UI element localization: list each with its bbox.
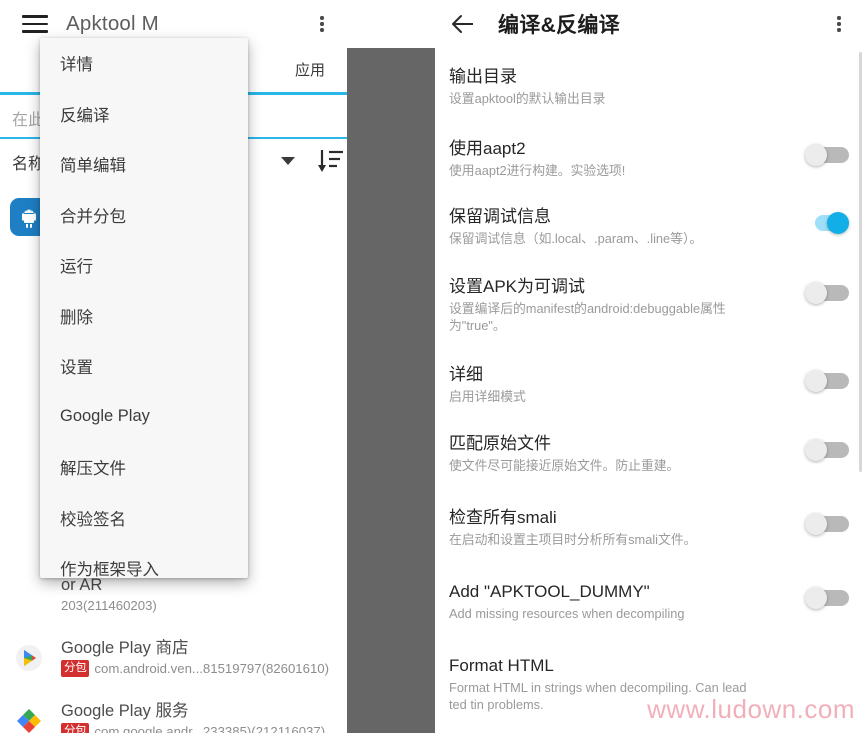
setting-row-debuggable-apk[interactable]: 设置APK为可调试 设置编译后的manifest的android:debugga… — [435, 275, 863, 363]
setting-row-match-original[interactable]: 匹配原始文件 使文件尽可能接近原始文件。防止重建。 — [435, 432, 863, 506]
menu-item-merge-split[interactable]: 合并分包 — [40, 190, 248, 241]
setting-description: 在启动和设置主项目时分析所有smali文件。 — [449, 531, 795, 548]
setting-description: 设置apktool的默认输出目录 — [449, 90, 839, 107]
google-play-store-icon — [10, 639, 48, 677]
setting-row-use-aapt2[interactable]: 使用aapt2 使用aapt2进行构建。实验选项! — [435, 137, 863, 205]
menu-item-simple-edit[interactable]: 简单编辑 — [40, 139, 248, 190]
status-badge: 分包 — [61, 723, 89, 733]
setting-row-keep-debug-info[interactable]: 保留调试信息 保留调试信息（如.local、.param、.line等）。 — [435, 205, 863, 275]
app-icon — [10, 576, 48, 614]
setting-title: Add "APKTOOL_DUMMY" — [449, 580, 795, 604]
toggle-verbose[interactable] — [805, 370, 849, 392]
setting-title: 输出目录 — [449, 65, 839, 89]
setting-title: 使用aapt2 — [449, 137, 795, 161]
toggle-use-aapt2[interactable] — [805, 144, 849, 166]
setting-description: 启用详细模式 — [449, 388, 795, 405]
setting-description: 使文件尽可能接近原始文件。防止重建。 — [449, 457, 795, 474]
back-arrow-icon[interactable] — [450, 11, 476, 37]
context-menu: 详情 反编译 简单编辑 合并分包 运行 删除 设置 Google Play 解压… — [40, 38, 248, 578]
list-item[interactable]: Google Play 商店 分包 com.android.ven...8151… — [0, 626, 347, 689]
setting-description: Add missing resources when decompiling — [449, 605, 795, 622]
panel-divider-scrim — [347, 48, 435, 733]
tab-apps[interactable]: 应用 — [273, 49, 347, 93]
status-badge: 分包 — [61, 660, 89, 677]
setting-title: Format HTML — [449, 654, 839, 678]
toggle-match-original[interactable] — [805, 439, 849, 461]
setting-title: 保留调试信息 — [449, 205, 795, 229]
toggle-debuggable-apk[interactable] — [805, 282, 849, 304]
menu-item-verify-signature[interactable]: 校验签名 — [40, 493, 248, 544]
app-package: 203(211460203) — [61, 596, 157, 616]
chevron-down-icon[interactable] — [281, 157, 295, 165]
google-play-services-icon — [10, 702, 48, 733]
setting-row-output-dir[interactable]: 输出目录 设置apktool的默认输出目录 — [435, 65, 863, 137]
setting-row-check-all-smali[interactable]: 检查所有smali 在启动和设置主项目时分析所有smali文件。 — [435, 506, 863, 580]
toggle-keep-debug-info[interactable] — [805, 212, 849, 234]
right-overflow-menu-icon[interactable] — [827, 12, 851, 36]
settings-list: 输出目录 设置apktool的默认输出目录 使用aapt2 使用aapt2进行构… — [435, 48, 863, 714]
setting-description: 使用aapt2进行构建。实验选项! — [449, 162, 795, 179]
setting-description: 设置编译后的manifest的android:debuggable属性为"tru… — [449, 300, 749, 334]
app-package: com.google.andr...233385)(212116037) — [94, 722, 325, 733]
app-name: Google Play 商店 — [61, 637, 329, 659]
list-item[interactable]: Google Play 服务 分包 com.google.andr...2333… — [0, 689, 347, 733]
menu-item-extract-files[interactable]: 解压文件 — [40, 442, 248, 493]
setting-description: 保留调试信息（如.local、.param、.line等）。 — [449, 230, 795, 247]
menu-item-run[interactable]: 运行 — [40, 240, 248, 291]
menu-item-decompile[interactable]: 反编译 — [40, 89, 248, 140]
menu-item-google-play[interactable]: Google Play — [40, 392, 248, 443]
menu-item-import-as-framework[interactable]: 作为框架导入 — [40, 543, 248, 578]
toggle-apktool-dummy[interactable] — [805, 587, 849, 609]
site-watermark: www.ludown.com — [647, 694, 855, 725]
app-package: com.android.ven...81519797(82601610) — [94, 659, 329, 679]
app-name: Google Play 服务 — [61, 700, 325, 722]
setting-row-apktool-dummy[interactable]: Add "APKTOOL_DUMMY" Add missing resource… — [435, 580, 863, 654]
app-title: Apktool M — [66, 12, 159, 36]
setting-title: 匹配原始文件 — [449, 432, 795, 456]
sort-descending-icon[interactable] — [316, 147, 346, 175]
hamburger-icon[interactable] — [22, 15, 48, 33]
right-app-bar: 编译&反编译 — [435, 0, 863, 48]
app-root: Apktool M 应用 在此 名称 — [0, 0, 863, 733]
toggle-check-all-smali[interactable] — [805, 513, 849, 535]
menu-item-delete[interactable]: 删除 — [40, 291, 248, 342]
menu-item-settings[interactable]: 设置 — [40, 341, 248, 392]
left-overflow-menu-icon[interactable] — [310, 12, 334, 36]
page-title: 编译&反编译 — [498, 9, 620, 39]
right-panel: 编译&反编译 输出目录 设置apktool的默认输出目录 使用aapt2 使用a… — [435, 0, 863, 733]
setting-row-verbose[interactable]: 详细 启用详细模式 — [435, 363, 863, 432]
setting-title: 详细 — [449, 363, 795, 387]
menu-item-details[interactable]: 详情 — [40, 38, 248, 89]
strip-top-spacer — [347, 0, 435, 48]
setting-title: 设置APK为可调试 — [449, 275, 795, 299]
setting-title: 检查所有smali — [449, 506, 795, 530]
